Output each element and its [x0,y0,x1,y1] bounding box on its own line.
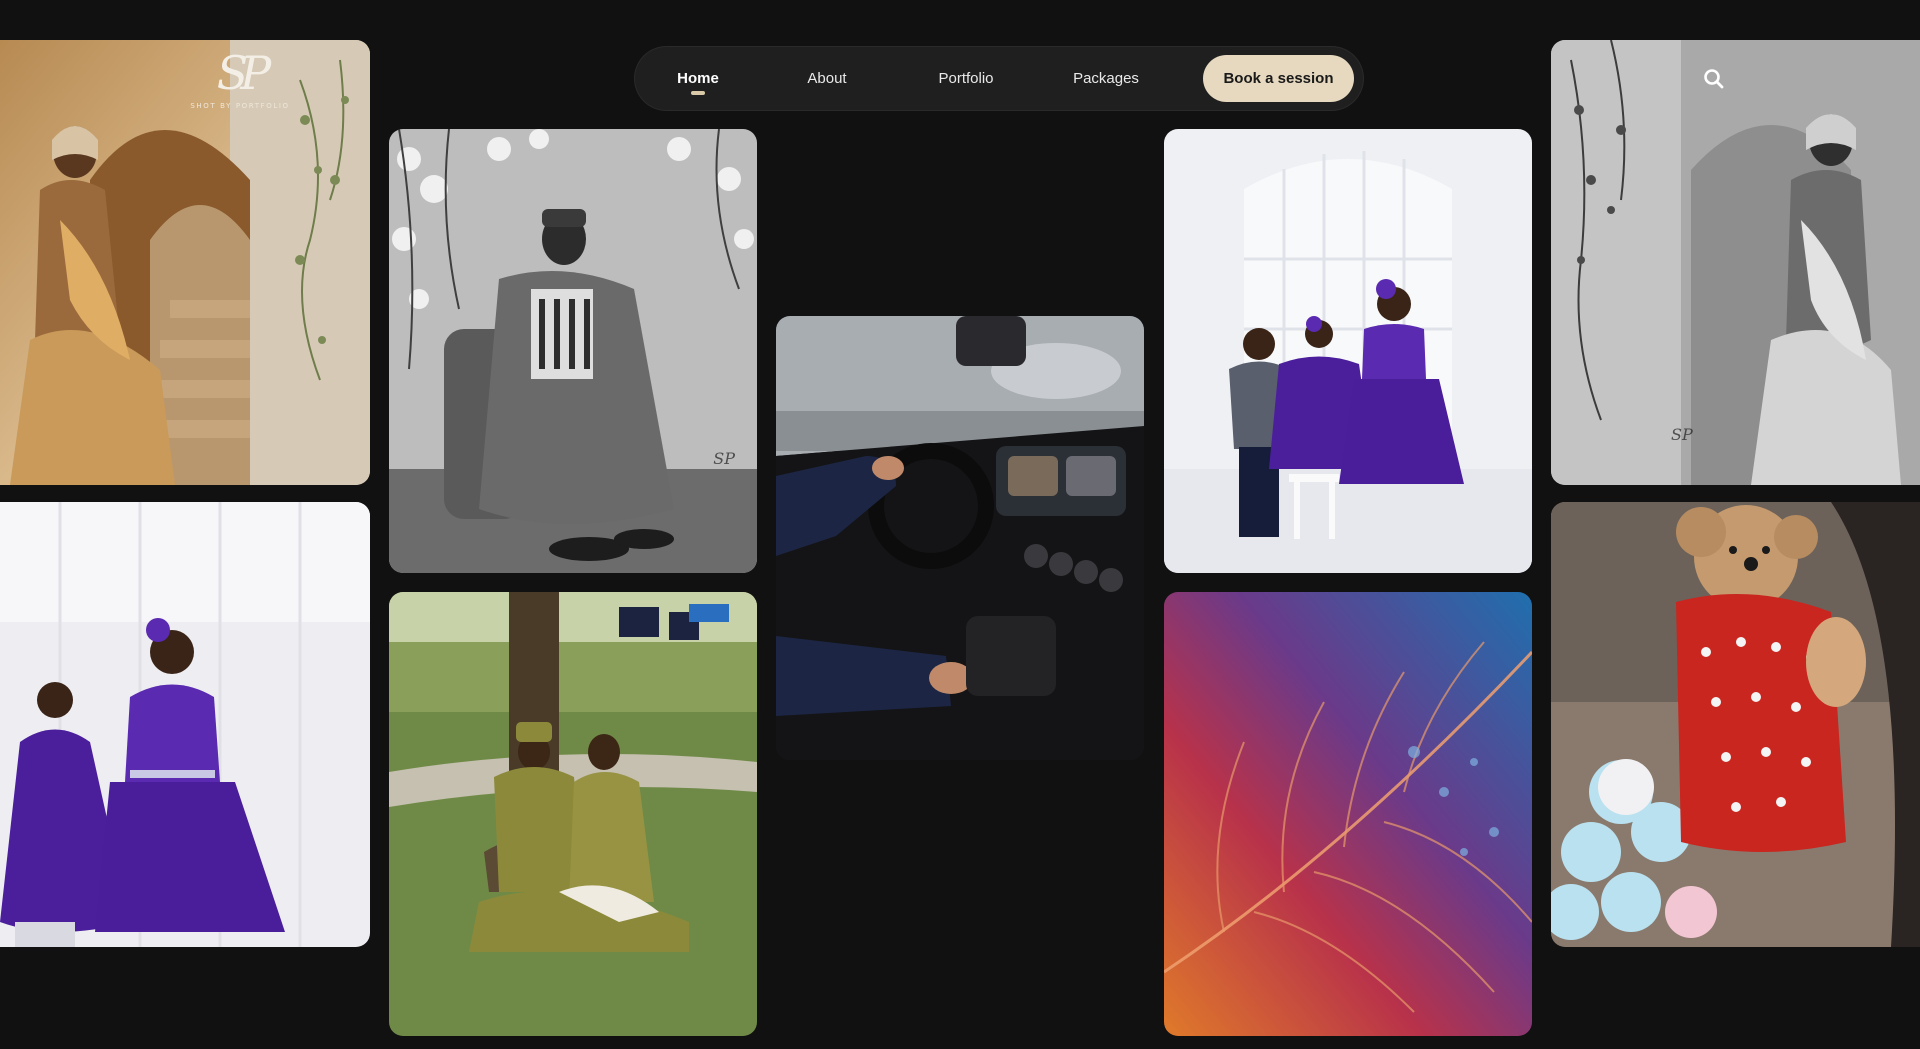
puppy-sweater-photo[interactable] [1551,502,1920,947]
nav-item-about[interactable]: About [787,47,867,110]
main-nav: Home About Portfolio Packages Book a ses… [635,47,1363,110]
logo-mark: SP [216,46,271,100]
nav-item-label: Packages [1073,70,1139,87]
woman-gown-bw-photo[interactable]: SP [1551,40,1920,485]
children-purple-outfits-photo[interactable] [1164,129,1532,573]
photo-watermark: SP [1671,425,1693,444]
book-session-button[interactable]: Book a session [1203,55,1354,102]
couple-park-photo[interactable] [389,592,757,1036]
logo-subtitle: SHOT BY PORTFOLIO [190,102,290,110]
nav-item-label: About [807,70,847,87]
nav-item-label: Home [677,70,719,87]
site-logo[interactable]: SP SHOT BY PORTFOLIO [180,48,300,120]
girls-purple-dresses-photo[interactable] [0,502,370,947]
man-seated-bw-photo[interactable]: SP [389,129,757,573]
leaf-macro-photo[interactable] [1164,592,1532,1036]
search-button[interactable] [1701,66,1727,92]
active-indicator [691,91,705,95]
nav-item-packages[interactable]: Packages [1056,47,1156,110]
nav-item-portfolio[interactable]: Portfolio [916,47,1016,110]
nav-item-label: Portfolio [938,70,994,87]
car-interior-photo[interactable] [776,316,1144,760]
photo-watermark: SP [713,449,735,468]
search-icon [1704,69,1724,89]
page: SP SHOT BY PORTFOLIO SP SP Home About Po… [0,0,1920,1049]
nav-item-home[interactable]: Home [663,47,733,110]
